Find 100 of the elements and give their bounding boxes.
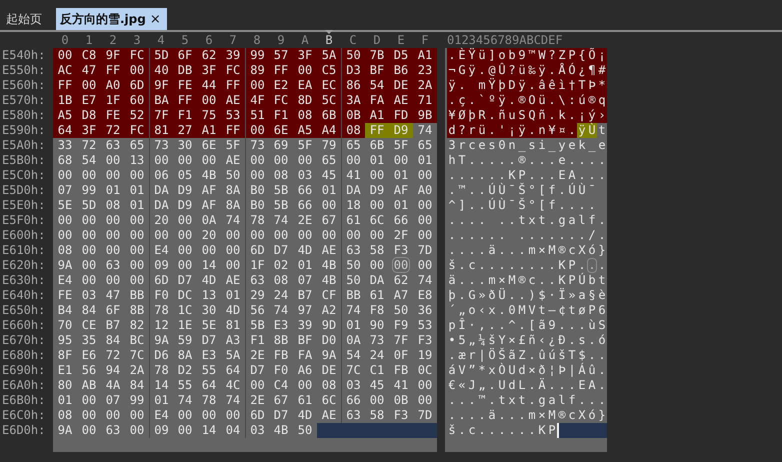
column-header: 7 bbox=[228, 33, 238, 48]
hex-byte: 08 bbox=[293, 108, 317, 123]
hex-byte: DB bbox=[173, 63, 197, 78]
column-header: C bbox=[348, 33, 358, 48]
row-offset: E630h: bbox=[1, 273, 46, 288]
hex-byte: 99 bbox=[245, 48, 269, 63]
hex-byte: 47 bbox=[77, 63, 101, 78]
row-offset: E640h: bbox=[1, 288, 46, 303]
hex-byte: 00 bbox=[389, 258, 413, 273]
row-offset: E6C0h: bbox=[1, 408, 46, 423]
hex-byte: A5 bbox=[293, 123, 317, 138]
hex-byte: FF bbox=[101, 63, 125, 78]
hex-byte: 00 bbox=[125, 63, 149, 78]
row-offset: E620h: bbox=[1, 258, 46, 273]
hex-byte: FF bbox=[269, 63, 293, 78]
row-offset: E590h: bbox=[1, 123, 46, 138]
column-header: 0 bbox=[60, 33, 70, 48]
hex-byte: FF bbox=[365, 123, 389, 138]
hex-byte: 72 bbox=[101, 123, 125, 138]
column-header: 2 bbox=[108, 33, 118, 48]
column-header: 5 bbox=[180, 33, 190, 48]
hex-byte: FE bbox=[173, 78, 197, 93]
hex-byte: 7F bbox=[149, 108, 173, 123]
hex-byte: 71 bbox=[413, 93, 437, 108]
hex-byte: 89 bbox=[245, 63, 269, 78]
column-header: D bbox=[372, 33, 382, 48]
hex-byte: 0B bbox=[341, 108, 365, 123]
hex-byte: 44 bbox=[197, 78, 221, 93]
hex-byte: 39 bbox=[221, 48, 245, 63]
file-tab[interactable]: 起始页 bbox=[2, 8, 48, 30]
hex-byte: D3 bbox=[341, 63, 365, 78]
cursor-highlight bbox=[559, 423, 607, 438]
hex-byte: 52 bbox=[125, 108, 149, 123]
row-offset: E610h: bbox=[1, 243, 46, 258]
column-header: 1 bbox=[84, 33, 94, 48]
close-icon[interactable]: × bbox=[150, 12, 161, 26]
row-offset: E5E0h: bbox=[1, 198, 46, 213]
hex-byte: FC bbox=[125, 123, 149, 138]
file-tab[interactable]: 反方向的雪.jpg × bbox=[56, 8, 167, 30]
hex-byte: 3F bbox=[197, 63, 221, 78]
hex-byte: BF bbox=[365, 63, 389, 78]
row-offset: E5F0h: bbox=[1, 213, 46, 228]
hex-byte: 53 bbox=[221, 108, 245, 123]
column-marker-icon bbox=[325, 30, 333, 34]
hex-byte: 86 bbox=[341, 78, 365, 93]
row-offset: E580h: bbox=[1, 108, 46, 123]
hex-byte: 57 bbox=[269, 48, 293, 63]
hex-byte: 5A bbox=[317, 48, 341, 63]
row-offset: E570h: bbox=[1, 93, 46, 108]
hex-byte: 3F bbox=[77, 123, 101, 138]
hex-byte: 40 bbox=[149, 63, 173, 78]
hex-byte: 51 bbox=[245, 108, 269, 123]
hex-byte: 9F bbox=[149, 78, 173, 93]
hex-byte: 2A bbox=[413, 78, 437, 93]
row-offset: E5D0h: bbox=[1, 183, 46, 198]
hex-byte: EC bbox=[317, 78, 341, 93]
hex-byte: 6B bbox=[317, 108, 341, 123]
hex-byte: 08 bbox=[341, 123, 365, 138]
hex-byte: EA bbox=[293, 78, 317, 93]
row-offset: E550h: bbox=[1, 63, 46, 78]
hex-byte: B6 bbox=[389, 63, 413, 78]
column-header: 6 bbox=[204, 33, 214, 48]
hex-byte: 3A bbox=[341, 93, 365, 108]
hex-byte: 6E bbox=[269, 123, 293, 138]
hex-byte: C8 bbox=[77, 48, 101, 63]
hex-byte: 81 bbox=[149, 123, 173, 138]
ascii-column-header: 0123456789ABCDEF bbox=[446, 33, 564, 48]
hex-byte: 75 bbox=[197, 108, 221, 123]
text-cursor bbox=[557, 423, 559, 438]
hex-byte: AE bbox=[221, 93, 245, 108]
row-offset: E600h: bbox=[1, 228, 46, 243]
hex-byte: 4F bbox=[245, 93, 269, 108]
hex-byte: 00 bbox=[77, 78, 101, 93]
hex-byte: A0 bbox=[101, 78, 125, 93]
hex-byte: FF bbox=[221, 123, 245, 138]
hex-byte: FD bbox=[389, 108, 413, 123]
hex-byte: AE bbox=[389, 93, 413, 108]
hex-byte: D8 bbox=[77, 108, 101, 123]
column-header: 9 bbox=[276, 33, 286, 48]
column-header: 3 bbox=[132, 33, 142, 48]
hex-byte: E7 bbox=[77, 93, 101, 108]
column-header: E bbox=[396, 33, 406, 48]
hex-byte: 00 bbox=[197, 93, 221, 108]
hex-byte: 50 bbox=[341, 48, 365, 63]
row-offset: E650h: bbox=[1, 303, 46, 318]
hex-byte: 6D bbox=[125, 78, 149, 93]
hex-byte: C5 bbox=[317, 63, 341, 78]
row-offset: E6B0h: bbox=[1, 393, 46, 408]
hex-byte: DE bbox=[389, 78, 413, 93]
hex-byte: 5C bbox=[317, 93, 341, 108]
column-header: 8 bbox=[252, 33, 262, 48]
hex-byte: F1 bbox=[269, 108, 293, 123]
hex-byte: 3F bbox=[293, 48, 317, 63]
column-header: A bbox=[300, 33, 310, 48]
hex-byte: 1B bbox=[53, 93, 77, 108]
row-offset: E540h: bbox=[1, 48, 46, 63]
hex-byte: 1F bbox=[101, 93, 125, 108]
hex-byte: FF bbox=[53, 78, 77, 93]
hex-byte: A5 bbox=[53, 108, 77, 123]
column-header: B bbox=[317, 33, 341, 48]
